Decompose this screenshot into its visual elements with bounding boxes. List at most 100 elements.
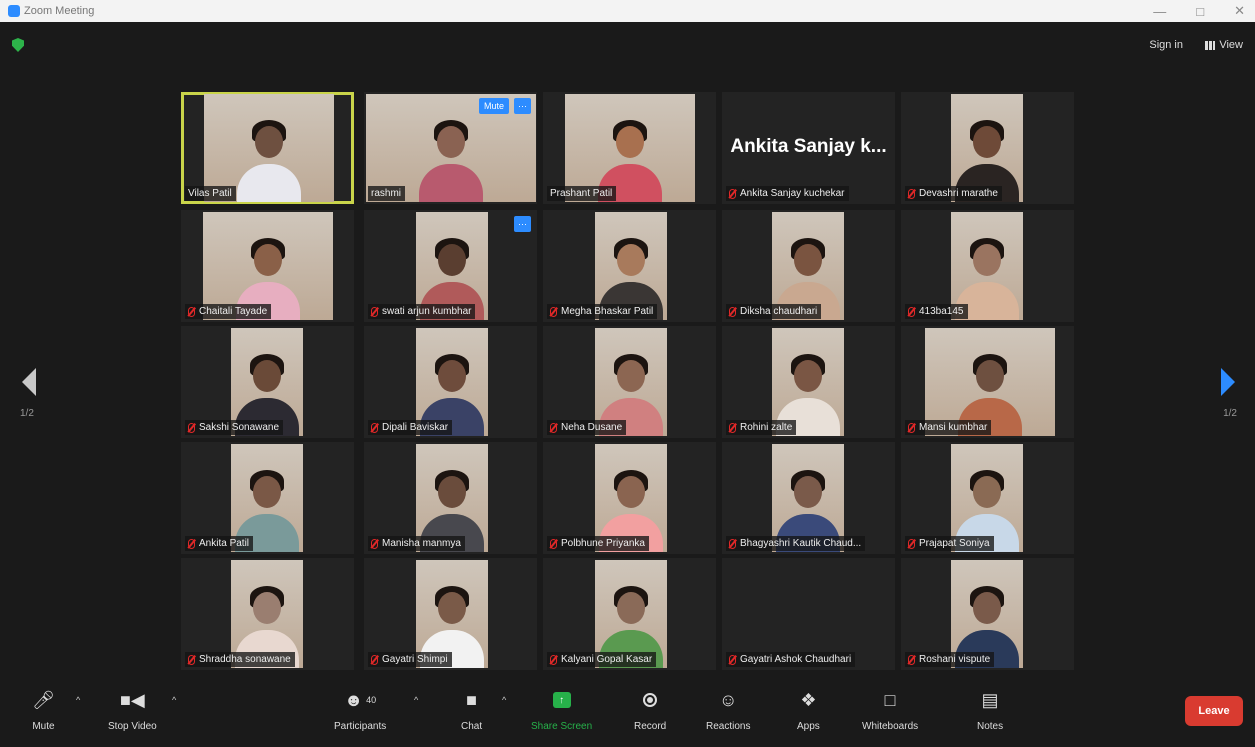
whiteboard-icon: □ bbox=[884, 689, 896, 710]
participant-tile[interactable]: Polbhune Priyanka bbox=[543, 442, 716, 554]
chat-label: Chat bbox=[461, 721, 483, 732]
muted-microphone-icon bbox=[550, 306, 557, 317]
muted-microphone-icon bbox=[908, 538, 915, 549]
security-shield-icon[interactable] bbox=[12, 38, 24, 52]
participant-tile[interactable]: Gayatri Shimpi bbox=[364, 558, 537, 670]
participant-name-bar: Vilas Patil bbox=[185, 186, 236, 201]
participant-tile[interactable]: Gayatri Ashok Chaudhari bbox=[722, 558, 895, 670]
participant-tile[interactable]: Prajapat Soniya bbox=[901, 442, 1074, 554]
participant-tile[interactable]: 413ba145 bbox=[901, 210, 1074, 322]
participant-name: Vilas Patil bbox=[188, 188, 232, 199]
participant-name-bar: Shraddha sonawane bbox=[185, 652, 295, 667]
muted-microphone-icon bbox=[908, 306, 915, 317]
leave-button[interactable]: Leave bbox=[1185, 696, 1243, 726]
video-camera-icon: ■◀ bbox=[120, 689, 145, 710]
participant-tile[interactable]: ··· swati arjun kumbhar bbox=[364, 210, 537, 322]
participant-tile[interactable]: Ankita Patil bbox=[181, 442, 354, 554]
muted-microphone-icon bbox=[550, 422, 557, 433]
participant-name: Rohini zalte bbox=[740, 422, 793, 433]
participant-tile[interactable]: Mute ··· rashmi bbox=[364, 92, 537, 204]
participant-name: Gayatri Ashok Chaudhari bbox=[740, 654, 852, 665]
participant-tile[interactable]: Roshani vispute bbox=[901, 558, 1074, 670]
participant-name: Ankita Patil bbox=[199, 538, 250, 549]
participant-name: Polbhune Priyanka bbox=[561, 538, 645, 549]
participant-name-bar: Manisha manmya bbox=[368, 536, 465, 551]
participant-name: rashmi bbox=[371, 188, 402, 199]
share-screen-icon: ↑ bbox=[552, 692, 571, 708]
sign-in-button[interactable]: Sign in bbox=[1149, 39, 1183, 51]
muted-microphone-icon bbox=[371, 654, 378, 665]
participants-count: 40 bbox=[366, 695, 377, 705]
participant-name-bar: Prajapat Soniya bbox=[905, 536, 994, 551]
reactions-button[interactable]: ☺ Reactions bbox=[706, 685, 750, 733]
participant-tile[interactable]: Mansi kumbhar bbox=[901, 326, 1074, 438]
stop-video-button[interactable]: ■◀ Stop Video bbox=[108, 685, 157, 733]
muted-microphone-icon bbox=[729, 422, 736, 433]
muted-microphone-icon bbox=[371, 422, 378, 433]
participant-tile[interactable]: Sakshi Sonawane bbox=[181, 326, 354, 438]
participant-name-bar: Roshani vispute bbox=[905, 652, 995, 667]
close-icon[interactable]: ✕ bbox=[1234, 3, 1245, 19]
participant-name: Prashant Patil bbox=[550, 188, 613, 199]
participant-name: Ankita Sanjay kuchekar bbox=[740, 188, 845, 199]
next-page-arrow-icon[interactable] bbox=[1221, 368, 1235, 396]
tile-more-options-button[interactable]: ··· bbox=[514, 216, 531, 232]
apps-icon: ❖ bbox=[800, 689, 817, 710]
tile-mute-button[interactable]: Mute bbox=[478, 98, 509, 114]
participants-options-caret-icon[interactable]: ^ bbox=[414, 695, 418, 705]
mute-button[interactable]: 🎤︎ Mute bbox=[32, 685, 55, 733]
chat-options-caret-icon[interactable]: ^ bbox=[502, 695, 506, 705]
participant-tile[interactable]: Ankita Sanjay k... Ankita Sanjay kuchekar bbox=[722, 92, 895, 204]
participant-name: Mansi kumbhar bbox=[919, 422, 988, 433]
share-screen-button[interactable]: ↑ Share Screen bbox=[531, 685, 592, 732]
participant-name-bar: swati arjun kumbhar bbox=[368, 304, 476, 319]
participant-name-bar: Megha Bhaskar Patil bbox=[547, 304, 658, 319]
muted-microphone-icon bbox=[729, 538, 736, 549]
minimize-icon[interactable]: — bbox=[1153, 4, 1166, 19]
muted-microphone-icon bbox=[371, 538, 378, 549]
tile-more-options-button[interactable]: ··· bbox=[514, 98, 531, 114]
participant-name-bar: Ankita Sanjay kuchekar bbox=[726, 186, 849, 201]
participant-tile[interactable]: Kalyani Gopal Kasar bbox=[543, 558, 716, 670]
participant-tile[interactable]: Neha Dusane bbox=[543, 326, 716, 438]
participant-tile[interactable]: Bhagyashri Kautik Chaud... bbox=[722, 442, 895, 554]
whiteboards-button[interactable]: □ Whiteboards bbox=[862, 685, 918, 733]
video-options-caret-icon[interactable]: ^ bbox=[172, 695, 176, 705]
participant-tile[interactable]: Manisha manmya bbox=[364, 442, 537, 554]
previous-page-arrow-icon[interactable] bbox=[22, 368, 36, 396]
audio-options-caret-icon[interactable]: ^ bbox=[76, 695, 80, 705]
participant-tile[interactable]: Dipali Baviskar bbox=[364, 326, 537, 438]
notes-icon: ▤ bbox=[981, 689, 999, 710]
participant-name: Sakshi Sonawane bbox=[199, 422, 280, 433]
participant-tile[interactable]: Megha Bhaskar Patil bbox=[543, 210, 716, 322]
view-label: View bbox=[1219, 39, 1243, 51]
apps-button[interactable]: ❖ Apps bbox=[797, 685, 820, 733]
participant-name-bar: Prashant Patil bbox=[547, 186, 617, 201]
participant-tile[interactable]: Prashant Patil bbox=[543, 92, 716, 204]
share-screen-label: Share Screen bbox=[531, 721, 593, 732]
participant-tile[interactable]: Chaitali Tayade bbox=[181, 210, 354, 322]
participant-tile[interactable]: Shraddha sonawane bbox=[181, 558, 354, 670]
notes-button[interactable]: ▤ Notes bbox=[977, 685, 1003, 733]
participant-name-bar: rashmi bbox=[368, 186, 406, 201]
participant-name: Megha Bhaskar Patil bbox=[561, 306, 654, 317]
participant-tile[interactable]: Vilas Patil bbox=[181, 92, 354, 204]
maximize-icon[interactable]: □ bbox=[1196, 4, 1204, 19]
muted-microphone-icon bbox=[908, 654, 915, 665]
participants-button[interactable]: ☻ 40 Participants bbox=[334, 685, 386, 733]
participant-name: 413ba145 bbox=[919, 306, 964, 317]
chat-button[interactable]: ■ Chat bbox=[461, 685, 483, 733]
page-indicator-right: 1/2 bbox=[1223, 408, 1237, 419]
view-button[interactable]: View bbox=[1205, 39, 1243, 51]
participant-tile[interactable]: Rohini zalte bbox=[722, 326, 895, 438]
grid-icon bbox=[1205, 40, 1216, 50]
muted-microphone-icon bbox=[729, 306, 736, 317]
participant-tile[interactable]: Diksha chaudhari bbox=[722, 210, 895, 322]
record-button[interactable]: Record bbox=[634, 685, 666, 732]
participant-tile[interactable]: Devashri marathe bbox=[901, 92, 1074, 204]
participant-name-bar: 413ba145 bbox=[905, 304, 968, 319]
participant-name-bar: Sakshi Sonawane bbox=[185, 420, 284, 435]
mute-label: Mute bbox=[32, 721, 55, 732]
meeting-toolbar: 🎤︎ Mute ^ ■◀ Stop Video ^ ☻ 40 Participan… bbox=[0, 677, 1255, 747]
participant-name-bar: Diksha chaudhari bbox=[726, 304, 822, 319]
